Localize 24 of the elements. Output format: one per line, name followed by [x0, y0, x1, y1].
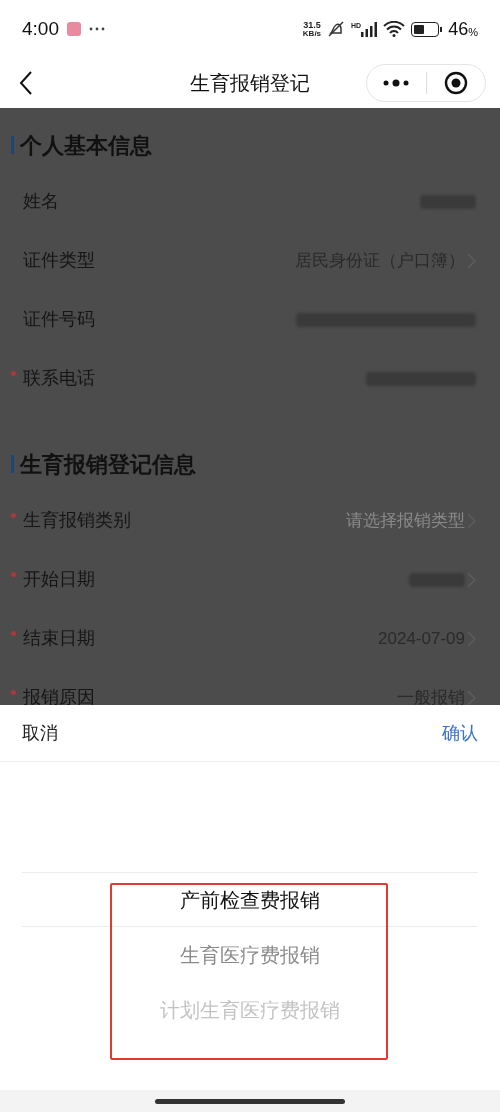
cancel-button[interactable]: 取消 [22, 719, 58, 747]
picker-option[interactable]: 生育医疗费报销 [180, 939, 320, 970]
signal-icon [361, 21, 378, 37]
close-target-icon[interactable] [443, 71, 468, 95]
section-title: 个人基本信息 [20, 131, 152, 160]
status-time: 4:00 [22, 16, 59, 41]
picker-option[interactable]: 计划生育医疗费报销 [160, 994, 340, 1025]
app-notification-icon [67, 22, 81, 36]
more-dots-icon [89, 27, 105, 31]
field-label: 姓名 [23, 190, 59, 213]
battery-percent-sign: % [468, 27, 478, 38]
section-title: 生育报销登记信息 [20, 450, 196, 479]
more-icon[interactable] [383, 79, 410, 87]
page-title: 生育报销登记 [190, 71, 310, 96]
wifi-icon [383, 21, 406, 37]
picker-option[interactable]: 产前检查费报销 [180, 884, 320, 915]
network-speed: 31.5 [303, 20, 321, 30]
battery-icon [411, 21, 443, 37]
network-speed-unit: KB/s [302, 29, 322, 38]
back-icon[interactable] [18, 70, 34, 96]
battery-percent: 46 [448, 20, 469, 38]
mute-icon [327, 21, 346, 37]
confirm-button[interactable]: 确认 [442, 719, 478, 747]
field-placeholder[interactable]: 请选择报销类型 [346, 507, 465, 534]
